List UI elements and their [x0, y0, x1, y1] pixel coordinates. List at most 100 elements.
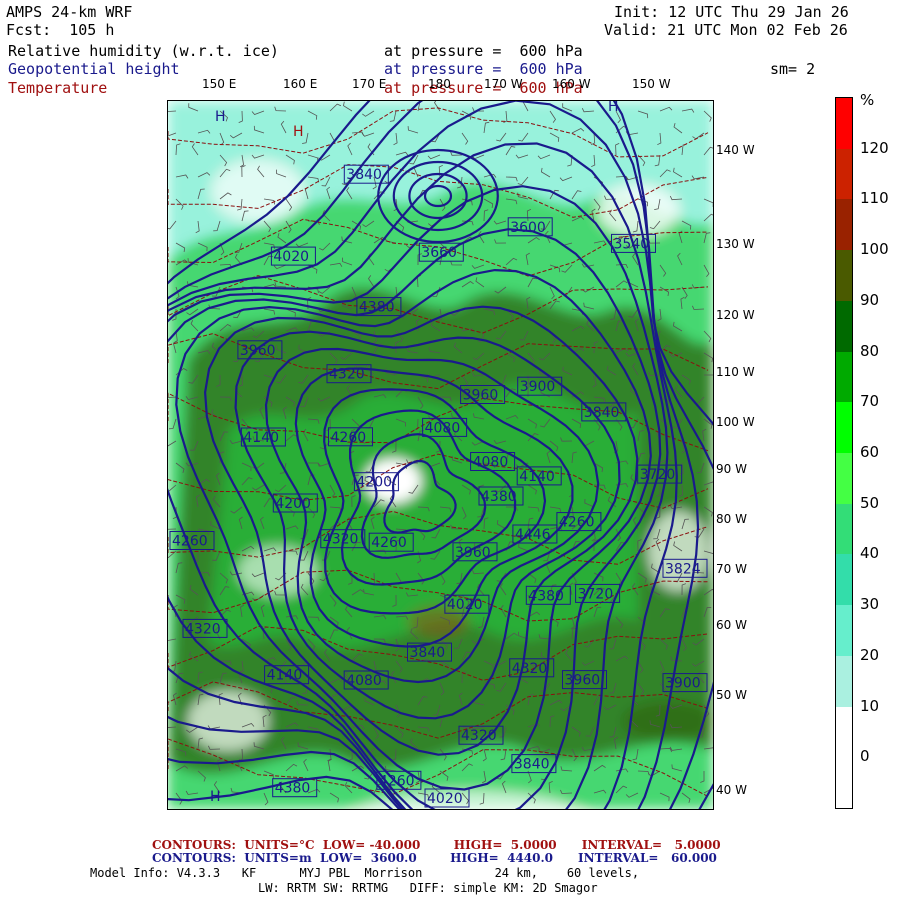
svg-text:4020: 4020	[273, 249, 309, 265]
colorbar-label: 100	[860, 240, 889, 259]
svg-text:4020: 4020	[427, 791, 463, 807]
colorbar-label: 50	[860, 493, 880, 512]
height-label: 4320	[326, 364, 372, 384]
lon-label: 150 W	[632, 77, 671, 91]
init-time: Init: 12 UTC Thu 29 Jan 26	[614, 3, 849, 21]
height-label: 4380	[478, 486, 524, 506]
height-contour-info: CONTOURS: UNITS=m LOW= 3600.0 HIGH= 4440…	[152, 851, 717, 865]
svg-text:4380: 4380	[528, 588, 564, 604]
height-label: 3720	[637, 464, 683, 484]
height-label: 3600	[507, 217, 553, 237]
height-label: 4140	[240, 427, 286, 447]
svg-text:4260: 4260	[331, 430, 367, 446]
svg-text:3900: 3900	[665, 676, 701, 692]
colorbar-segment	[836, 351, 852, 403]
field-temp-name: Temperature	[8, 79, 108, 97]
height-label: 3960	[237, 340, 283, 360]
height-label: 3720	[575, 583, 621, 603]
lat-label: 40 W	[716, 783, 747, 797]
colorbar-label: 30	[860, 595, 880, 614]
height-label: 4380	[272, 778, 318, 798]
svg-text:3900: 3900	[520, 379, 556, 395]
height-label: 3840	[407, 642, 452, 662]
height-label: 4260	[169, 531, 215, 550]
colorbar-segment	[836, 757, 852, 809]
weather-map: 4380 4446 4380 4320 4320 4260 4380 4260 4320 4200…	[167, 100, 714, 810]
svg-text:4080: 4080	[425, 420, 461, 436]
svg-text:4200: 4200	[356, 475, 392, 491]
svg-text:4260: 4260	[371, 535, 407, 551]
temp-contour-info: CONTOURS: UNITS=°C LOW= -40.000 HIGH= 5.…	[152, 838, 721, 852]
smoothing-label: sm= 2	[770, 60, 816, 78]
colorbar-segment	[836, 250, 852, 302]
colorbar-segment	[836, 554, 852, 606]
svg-text:3660: 3660	[421, 245, 457, 261]
height-label: 4320	[182, 618, 228, 638]
field-height-level: at pressure = 600 hPa	[384, 60, 583, 78]
height-label: 4140	[516, 466, 562, 486]
svg-text:4200: 4200	[275, 496, 311, 512]
svg-text:4260: 4260	[559, 515, 595, 531]
lon-label: 180	[428, 77, 451, 91]
svg-text:4320: 4320	[323, 532, 359, 548]
high-pressure-marker: H	[210, 789, 221, 805]
colorbar-segment	[836, 300, 852, 353]
svg-text:4080: 4080	[473, 455, 509, 471]
svg-text:3840: 3840	[584, 405, 620, 421]
height-label: 4260	[556, 512, 602, 532]
svg-text:4140: 4140	[243, 430, 279, 446]
colorbar-segment	[836, 453, 852, 505]
svg-text:4320: 4320	[329, 367, 365, 383]
svg-text:3720: 3720	[578, 586, 614, 602]
height-label: 4200	[353, 472, 399, 492]
height-label: 3840	[511, 754, 557, 774]
svg-text:4380: 4380	[359, 300, 395, 316]
colorbar-label: 110	[860, 189, 889, 208]
height-label: 3960	[562, 670, 607, 690]
height-label: 3660	[418, 242, 464, 262]
model-info-line2: LW: RRTM SW: RRTMG DIFF: simple KM: 2D S…	[258, 881, 598, 895]
svg-text:4140: 4140	[267, 668, 303, 684]
svg-text:4140: 4140	[519, 469, 555, 485]
colorbar-label: 60	[860, 443, 880, 461]
lat-label: 70 W	[716, 562, 747, 576]
field-rh-level: at pressure = 600 hPa	[384, 42, 583, 60]
colorbar-segment	[836, 605, 852, 657]
high-pressure-marker: H	[215, 109, 226, 125]
colorbar-label: 70	[860, 392, 880, 411]
colorbar	[835, 97, 853, 809]
height-label: 3960	[460, 385, 506, 404]
lat-label: 80 W	[716, 512, 747, 526]
lat-label: 110 W	[716, 365, 755, 379]
height-label: 4140	[264, 665, 310, 685]
svg-text:3600: 3600	[510, 220, 546, 236]
lat-label: 140 W	[716, 143, 755, 157]
svg-text:4380: 4380	[481, 489, 517, 505]
height-label: 4080	[470, 452, 516, 471]
valid-time: Valid: 21 UTC Mon 02 Feb 26	[604, 21, 848, 39]
height-label: 4080	[422, 417, 468, 437]
height-label: 4320	[320, 529, 366, 549]
colorbar-label: 10	[860, 696, 880, 715]
lon-label: 170 E	[352, 77, 387, 91]
high-pressure-marker: H	[608, 101, 619, 115]
height-label: 4320	[458, 725, 504, 745]
height-label: 4200	[272, 493, 318, 513]
model-info-line1: Model Info: V4.3.3 KF MYJ PBL Morrison 2…	[90, 866, 640, 880]
height-label: 3824	[662, 558, 708, 578]
colorbar-segment	[836, 503, 852, 555]
lon-label: 170 W	[484, 77, 523, 91]
height-label: 4380	[356, 297, 402, 317]
height-label: 4260	[368, 532, 414, 552]
lat-label: 120 W	[716, 308, 755, 322]
colorbar-label: 40	[860, 544, 880, 563]
svg-text:4260: 4260	[379, 773, 415, 789]
svg-text:4020: 4020	[447, 597, 483, 613]
height-label: 4020	[424, 788, 470, 808]
model-title: AMPS 24-km WRF	[6, 3, 133, 21]
svg-text:4260: 4260	[172, 534, 208, 550]
svg-text:3840: 3840	[346, 167, 382, 183]
height-label: 3840	[343, 164, 389, 184]
svg-text:4446: 4446	[515, 527, 551, 543]
height-label: 4080	[343, 670, 389, 690]
